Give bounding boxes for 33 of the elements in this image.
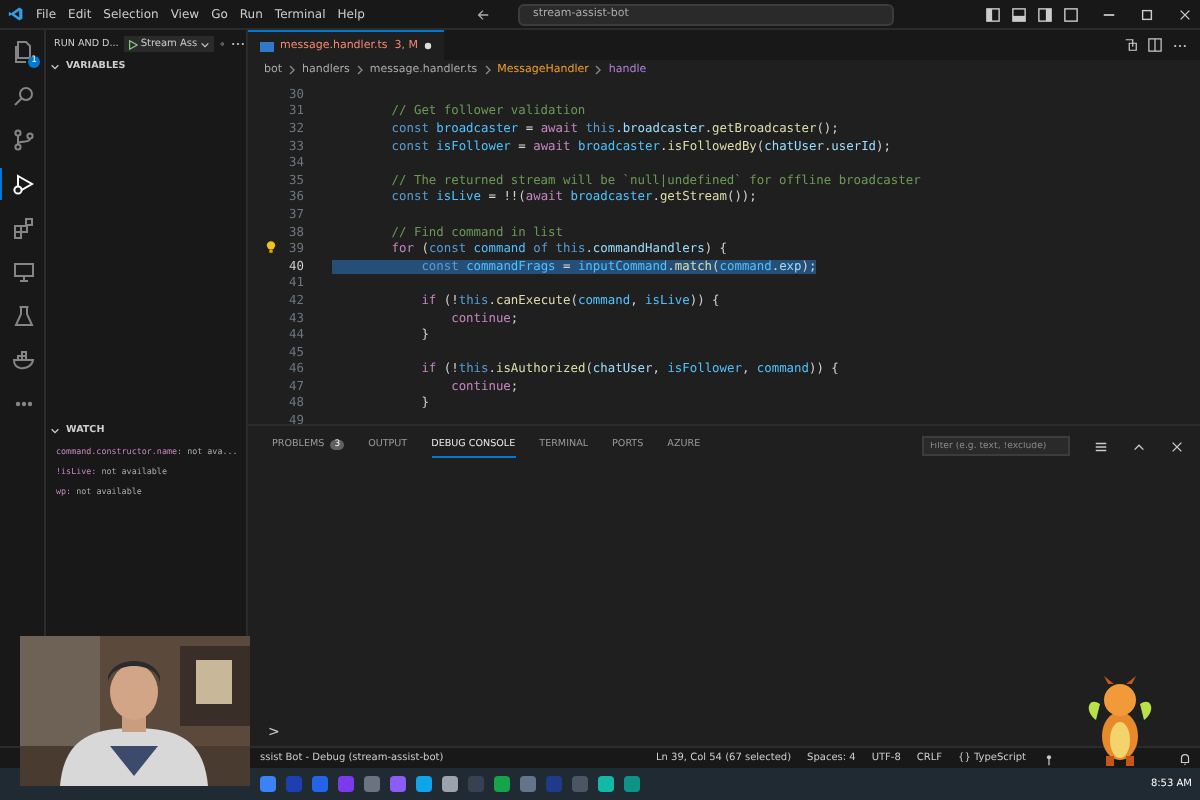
chevron-icon: [355, 64, 364, 76]
chevron-icon[interactable]: [50, 62, 60, 72]
chevron-icon: [483, 64, 492, 76]
list-icon[interactable]: [1094, 439, 1108, 453]
maximize-icon[interactable]: [1140, 7, 1154, 21]
vscode-logo-icon: [8, 6, 24, 22]
chevron-icon: [288, 64, 297, 76]
monitor-icon[interactable]: [11, 260, 35, 284]
close-icon[interactable]: [1170, 439, 1184, 453]
whale-icon[interactable]: [11, 348, 35, 372]
close-icon[interactable]: [1178, 7, 1192, 21]
layout-icon[interactable]: [1064, 7, 1078, 21]
layout-icon[interactable]: [1038, 7, 1052, 21]
run-debug-icon[interactable]: [11, 172, 35, 196]
layout-icon[interactable]: [1012, 7, 1026, 21]
compare-icon[interactable]: [1124, 38, 1138, 52]
files-icon[interactable]: [11, 40, 35, 64]
play-icon[interactable]: [128, 39, 139, 49]
flask-icon[interactable]: [11, 304, 35, 328]
search-icon[interactable]: [11, 84, 35, 108]
chevron-up-icon[interactable]: [1132, 439, 1146, 453]
chevron-icon[interactable]: [50, 426, 60, 436]
chevron-icon: [594, 64, 603, 76]
lightbulb-icon[interactable]: [266, 240, 276, 255]
file-icon: [260, 41, 274, 51]
split-editor-icon[interactable]: [1148, 38, 1162, 52]
layout-icon[interactable]: [986, 7, 1000, 21]
extensions-icon[interactable]: [11, 216, 35, 240]
modified-dot-icon: [423, 42, 432, 50]
back-arrow-icon[interactable]: [476, 7, 491, 21]
chevron-down-icon: [199, 39, 210, 49]
bell-icon[interactable]: [1178, 751, 1192, 765]
source-control-icon[interactable]: [11, 128, 35, 152]
